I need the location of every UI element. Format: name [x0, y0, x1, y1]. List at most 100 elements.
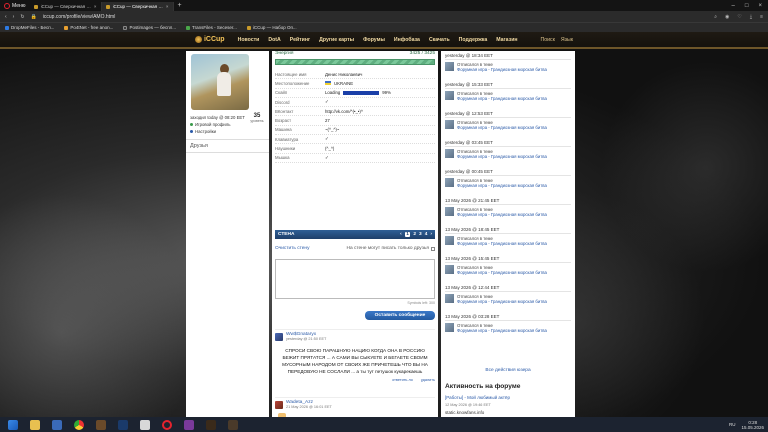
activity-topic-link[interactable]: Форумная игра - Грандиозная морская битв…: [457, 299, 547, 304]
site-nav: iCCup Новости DotA Рейтинг Другие карты …: [0, 32, 768, 49]
bookmark-item[interactable]: Po4tNet - free anon...: [64, 25, 113, 30]
nav-other-maps[interactable]: Другие карты: [319, 37, 354, 43]
settings-link[interactable]: Настройки: [190, 129, 216, 134]
taskbar-app[interactable]: [202, 418, 220, 431]
reply-link[interactable]: ответить.ло: [392, 378, 413, 382]
activity-date: 13 May 2026 @ 15:45 EET: [445, 256, 571, 263]
friends-only-toggle[interactable]: На стене могут писать только друзья: [347, 246, 435, 251]
browser-tab-active[interactable]: iCCup — Сверхичная инфо×: [101, 2, 174, 11]
new-tab-icon[interactable]: +: [174, 2, 186, 9]
taskbar-app[interactable]: [180, 418, 198, 431]
nav-infobase[interactable]: Инфобаза: [394, 37, 420, 43]
info-row: Местоположение UKRAINE: [275, 79, 435, 89]
prev-page-icon[interactable]: ‹: [400, 232, 402, 237]
wall-message-input[interactable]: [275, 259, 435, 299]
heart-icon[interactable]: ♡: [737, 14, 741, 20]
activity-item: yesterday @ 00:45 EET Отписался в теме Фор…: [445, 169, 571, 188]
taskbar-app[interactable]: [224, 418, 242, 431]
minimize-icon[interactable]: –: [732, 3, 735, 9]
activity-topic-link[interactable]: Форумная игра - Грандиозная морская битв…: [457, 270, 547, 275]
site-logo[interactable]: iCCup: [194, 36, 225, 43]
activity-topic-link[interactable]: Форумная игра - Грандиозная морская битв…: [457, 154, 547, 159]
forum-thumb-icon: [445, 178, 454, 187]
activity-date: yesterday @ 12:53 EET: [445, 111, 571, 118]
browser-tab[interactable]: iCCup — Сверхичная инфо×: [30, 2, 102, 11]
search-icon[interactable]: ⌕: [714, 14, 717, 20]
activity-topic-link[interactable]: Форумная игра - Грандиозная морская битв…: [457, 241, 547, 246]
start-button[interactable]: [4, 418, 22, 431]
forum-thumb-icon: [445, 323, 454, 332]
all-actions-link[interactable]: Все действия юзера: [445, 368, 571, 373]
energy-bar: [275, 59, 435, 65]
activity-item: yesterday @ 12:53 EET Отписался в теме Фор…: [445, 111, 571, 130]
site-viewport: iCCup Новости DotA Рейтинг Другие карты …: [0, 32, 768, 417]
menu-icon[interactable]: ≡: [760, 14, 763, 20]
forward-icon[interactable]: ›: [13, 14, 15, 20]
activity-item: 13 May 2026 @ 03:28 EET Отписался в теме Ф…: [445, 314, 571, 333]
taskbar-app[interactable]: [158, 418, 176, 431]
nav-dota[interactable]: DotA: [268, 37, 280, 43]
wall-pager: ‹ 1 2 3 4 ›: [400, 232, 432, 237]
bookmark-item[interactable]: iCCup — Набор Оп...: [246, 25, 297, 30]
delete-link[interactable]: удалить: [421, 378, 435, 382]
page-link[interactable]: 2: [413, 232, 416, 237]
page-link[interactable]: 1: [404, 232, 411, 237]
taskbar-app[interactable]: [136, 418, 154, 431]
next-page-icon[interactable]: ›: [430, 232, 432, 237]
opera-menu-button[interactable]: Меню: [0, 0, 30, 11]
activity-topic-link[interactable]: Форумная игра - Грандиозная морская битв…: [457, 96, 547, 101]
page-link[interactable]: 4: [425, 232, 428, 237]
bookmark-item[interactable]: TransFiles - Seceser...: [186, 25, 237, 30]
avatar[interactable]: [275, 332, 283, 341]
nav-rating[interactable]: Рейтинг: [290, 37, 310, 43]
activity-topic-link[interactable]: Форумная игра - Грандиозная морская битв…: [457, 125, 547, 130]
app-icon: [140, 419, 150, 430]
maximize-icon[interactable]: □: [745, 3, 749, 9]
camera-icon[interactable]: ◉: [725, 14, 729, 20]
game-profile-link[interactable]: Игровой профиль: [190, 122, 230, 127]
taskbar-app[interactable]: [114, 418, 132, 431]
taskbar-app[interactable]: [70, 418, 88, 431]
forum-topic-link[interactable]: [Работы] - Мой любимый актёр: [445, 395, 510, 400]
profile-info-table: Настоящее имя Денис Николаевич Местополож…: [275, 70, 435, 163]
nav-shop[interactable]: Магазин: [496, 37, 517, 43]
wall-header: СТЕНА ‹ 1 2 3 4 ›: [275, 230, 435, 239]
taskbar-app[interactable]: [26, 418, 44, 431]
send-message-button[interactable]: Оставить сообщение: [365, 311, 435, 320]
checkbox[interactable]: [431, 246, 435, 251]
close-tab-icon[interactable]: ×: [94, 4, 97, 9]
reload-icon[interactable]: ↻: [20, 14, 24, 20]
taskbar-app[interactable]: [48, 418, 66, 431]
activity-topic-link[interactable]: Форумная игра - Грандиозная морская битв…: [457, 183, 547, 188]
nav-download[interactable]: Скачать: [429, 37, 450, 43]
last-seen: заходил today @ 08:20 EET: [190, 115, 245, 120]
back-icon[interactable]: ‹: [5, 14, 7, 20]
avatar[interactable]: [275, 400, 283, 409]
taskbar-app[interactable]: [92, 418, 110, 431]
close-tab-icon[interactable]: ×: [166, 4, 169, 9]
forum-thumb-icon: [445, 149, 454, 158]
url-field[interactable]: iccup.com/profile/view/AMO.html: [43, 14, 116, 20]
language-indicator[interactable]: RU: [729, 422, 736, 427]
activity-topic-link[interactable]: Форумная игра - Грандиозная морская битв…: [457, 328, 547, 333]
clock[interactable]: 0:28 15.05.2026: [741, 420, 764, 430]
clear-wall-link[interactable]: Очистить стену: [275, 246, 309, 251]
download-icon[interactable]: ⤓: [750, 14, 752, 20]
activity-topic-link[interactable]: Форумная игра - Грандиозная морская битв…: [457, 212, 547, 217]
page-link[interactable]: 3: [419, 232, 422, 237]
windows-taskbar: RU 0:28 15.05.2026: [0, 417, 768, 432]
friends-section[interactable]: Друзья: [186, 139, 269, 153]
nav-news[interactable]: Новости: [238, 37, 260, 43]
bookmark-item[interactable]: Postimages — беспл...: [123, 25, 176, 30]
windows-icon: [8, 419, 18, 430]
wall-post: Wadeta_Azz 21 May 2026 @ 16:01 EET: [275, 397, 435, 417]
site-search-button[interactable]: Поиск: [541, 37, 555, 43]
activity-topic-link[interactable]: Форумная игра - Грандиозная морская битв…: [457, 67, 547, 72]
language-button[interactable]: Язык: [561, 37, 573, 43]
app-icon: [228, 419, 238, 430]
nav-support[interactable]: Поддержка: [459, 37, 488, 43]
bookmark-item[interactable]: DropMeFiles - Бесп...: [5, 25, 54, 30]
close-window-icon[interactable]: ×: [758, 3, 762, 9]
nav-forums[interactable]: Форумы: [363, 37, 385, 43]
info-row: Возраст 27: [275, 116, 435, 126]
